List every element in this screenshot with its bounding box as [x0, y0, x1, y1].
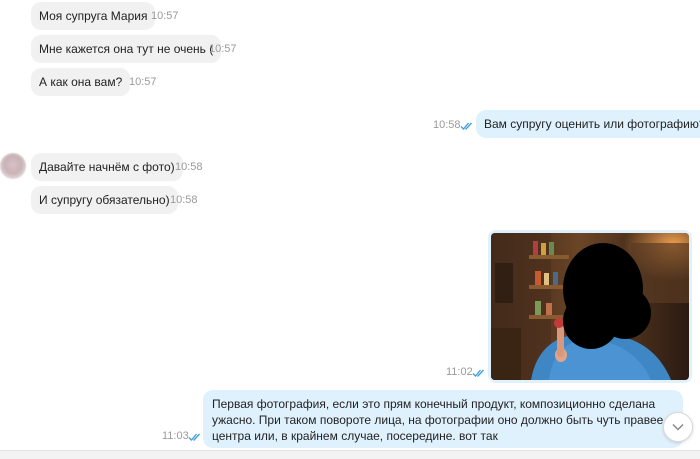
message-time: 10:58: [170, 194, 198, 206]
message-time: 11:03: [162, 430, 189, 442]
message-incoming[interactable]: Мне кажется она тут не очень (: [31, 35, 222, 63]
message-outgoing[interactable]: Вам супругу оценить или фотографию?): [476, 110, 700, 138]
message-text: Мне кажется она тут не очень (: [39, 42, 214, 56]
message-text: Первая фотография, если это прям конечны…: [212, 397, 664, 443]
double-check-icon: [460, 122, 472, 130]
message-text: Вам супругу оценить или фотографию?): [484, 117, 700, 131]
message-incoming[interactable]: Моя супруга Мария: [31, 2, 156, 30]
double-check-icon: [188, 433, 200, 441]
photo-attachment[interactable]: [491, 233, 689, 380]
message-outgoing[interactable]: Первая фотография, если это прям конечны…: [203, 390, 683, 448]
message-text: И супругу обязательно): [39, 193, 170, 207]
message-time: 10:57: [209, 43, 237, 55]
double-check-icon: [472, 369, 484, 377]
message-photo[interactable]: [488, 230, 692, 383]
chat-history[interactable]: Моя супруга Мария 10:57 Мне кажется она …: [0, 0, 700, 459]
message-time: 10:58: [175, 161, 203, 173]
message-incoming[interactable]: И супругу обязательно): [31, 186, 178, 214]
message-text: Моя супруга Мария: [39, 9, 148, 23]
photo-image: [491, 233, 689, 380]
message-time: 10:57: [151, 10, 179, 22]
scroll-down-button[interactable]: [663, 412, 693, 442]
message-time: 10:58: [433, 119, 461, 131]
message-incoming[interactable]: А как она вам?: [31, 68, 131, 96]
message-text: Давайте начнём с фото): [39, 160, 175, 174]
avatar[interactable]: [0, 153, 26, 179]
message-text: А как она вам?: [39, 75, 123, 89]
message-time: 10:57: [129, 76, 157, 88]
message-time: 11:02: [446, 366, 473, 378]
chevron-down-icon: [672, 423, 684, 431]
message-incoming[interactable]: Давайте начнём с фото): [31, 153, 183, 181]
